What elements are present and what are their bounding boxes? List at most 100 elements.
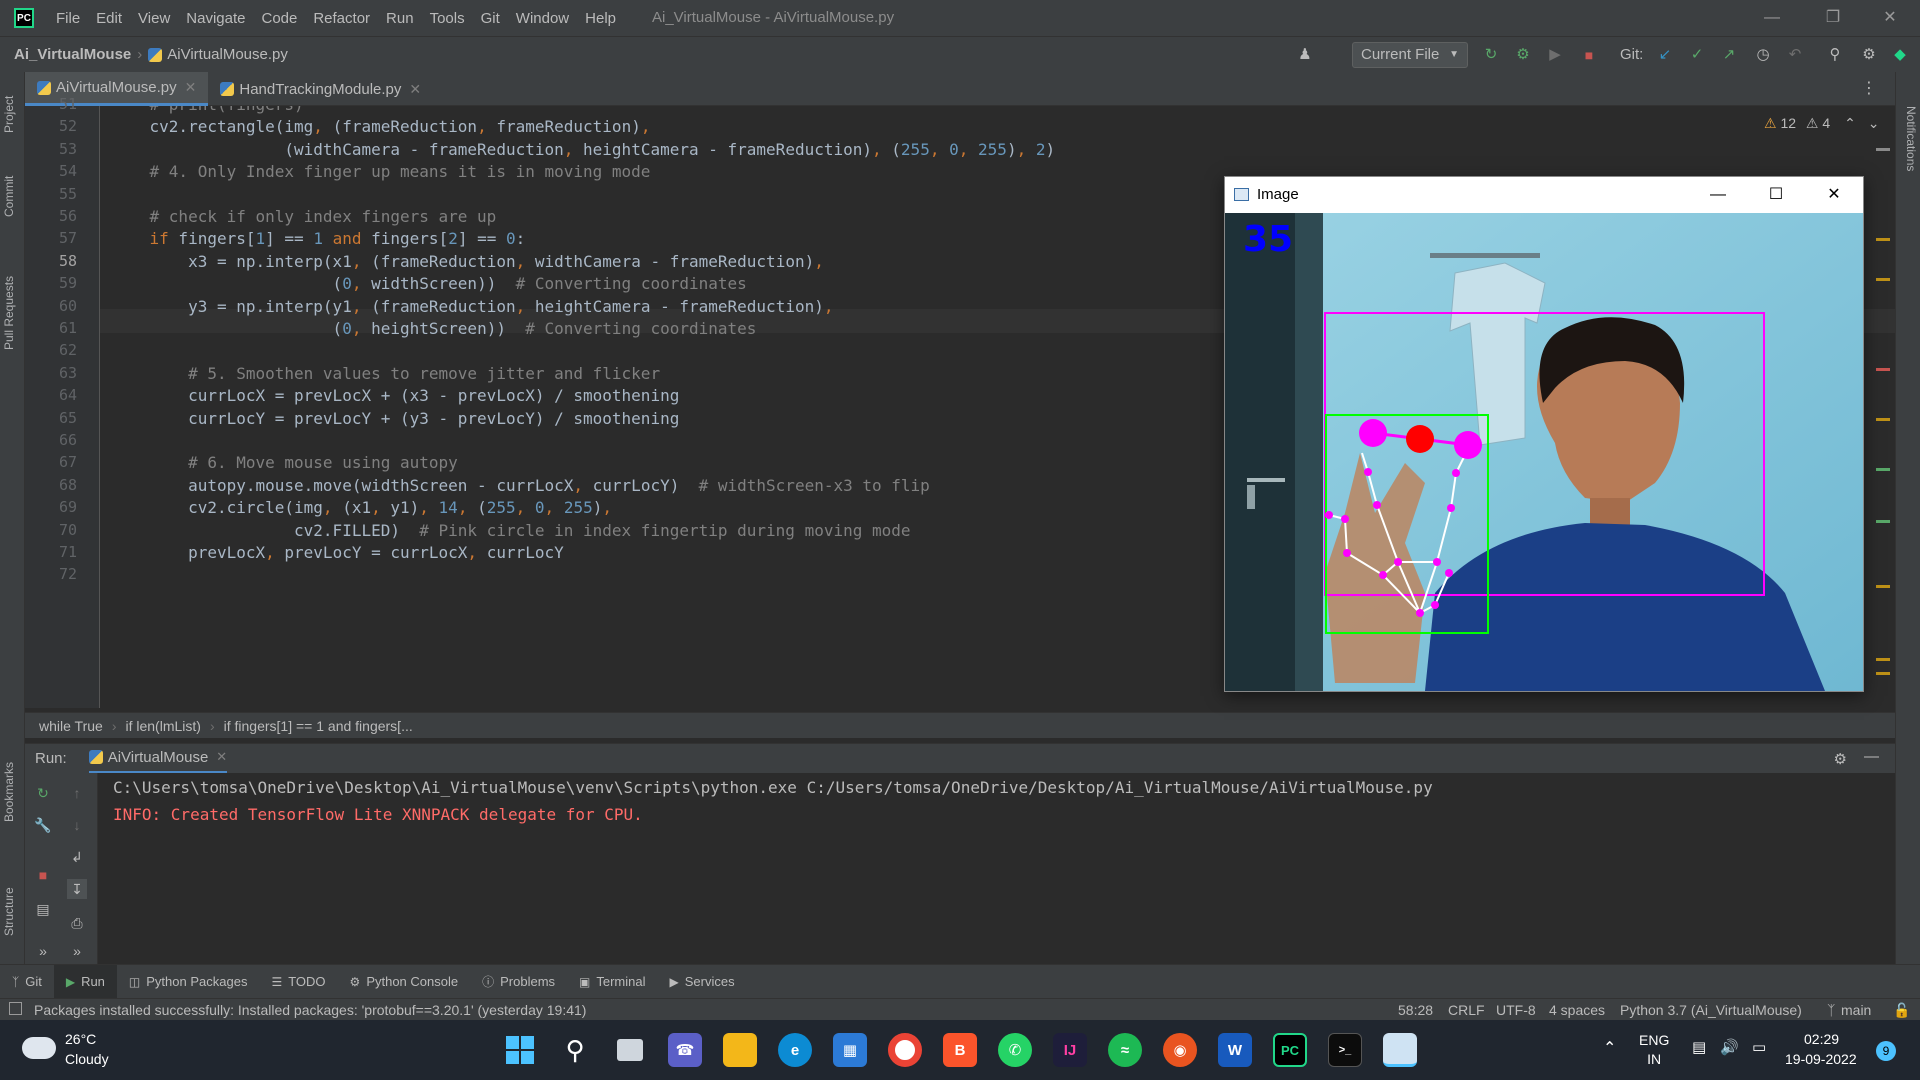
more-icon[interactable]: ⋮ xyxy=(1861,78,1877,98)
stripe-mark[interactable] xyxy=(1876,585,1890,588)
chrome-icon[interactable] xyxy=(888,1033,922,1067)
menu-edit[interactable]: Edit xyxy=(88,10,130,27)
arrow-up-icon[interactable]: ↑ xyxy=(67,783,87,803)
clock-time[interactable]: 02:29 xyxy=(1804,1031,1839,1047)
code-line[interactable]: cv2.rectangle(img, (frameReduction, fram… xyxy=(111,117,651,136)
code-line[interactable]: autopy.mouse.move(widthScreen - currLocX… xyxy=(111,476,930,495)
git-update-icon[interactable]: ↙ xyxy=(1656,46,1674,64)
chevron-up-icon[interactable]: ⌃ xyxy=(1844,115,1856,131)
git-push-icon[interactable]: ↗ xyxy=(1720,46,1738,64)
image-window-taskbar-icon[interactable] xyxy=(1383,1033,1417,1067)
tool-python-packages[interactable]: ◫ Python Packages xyxy=(117,965,260,999)
tool-git[interactable]: ᛉ Git xyxy=(0,965,54,999)
tool-tab-structure[interactable]: Structure xyxy=(2,872,22,952)
toggle-panels-icon[interactable] xyxy=(9,1002,22,1015)
run-tab[interactable]: AiVirtualMouse ✕ xyxy=(88,744,228,774)
menu-refactor[interactable]: Refactor xyxy=(305,10,378,27)
maximize-icon[interactable]: ☐ xyxy=(1761,183,1791,207)
brave-icon[interactable]: B xyxy=(943,1033,977,1067)
crumb-if-len[interactable]: if len(lmList) xyxy=(125,718,200,734)
minimize-icon[interactable]: — xyxy=(1703,183,1733,207)
close-icon[interactable]: ✕ xyxy=(1875,6,1905,30)
code-line[interactable]: (0, heightScreen)) # Converting coordina… xyxy=(111,319,757,338)
network-icon[interactable]: ▤ xyxy=(1692,1038,1706,1056)
weather-condition[interactable]: Cloudy xyxy=(65,1051,109,1067)
ubuntu-icon[interactable]: ◉ xyxy=(1163,1033,1197,1067)
tool-tab-notifications[interactable]: Notifications xyxy=(1898,84,1918,194)
restore-icon[interactable]: ❐ xyxy=(1818,6,1848,30)
rollback-icon[interactable]: ↶ xyxy=(1786,46,1804,64)
code-line[interactable]: # print(fingers) xyxy=(111,106,304,114)
close-tab-icon[interactable]: ✕ xyxy=(216,749,227,765)
code-line[interactable]: cv2.circle(img, (x1, y1), 14, (255, 0, 2… xyxy=(111,498,612,517)
search-icon[interactable]: ⚲ xyxy=(1826,46,1844,64)
clock-date[interactable]: 19-09-2022 xyxy=(1785,1051,1857,1067)
pycharm-icon[interactable]: PC xyxy=(1273,1033,1307,1067)
tool-python-console[interactable]: ⚙ Python Console xyxy=(338,965,471,999)
edge-icon[interactable]: e xyxy=(778,1033,812,1067)
tab-handtrackingmodule[interactable]: HandTrackingModule.py ✕ xyxy=(208,72,433,106)
whatsapp-icon[interactable]: ✆ xyxy=(998,1033,1032,1067)
menu-tools[interactable]: Tools xyxy=(422,10,473,27)
search-icon[interactable]: ⚲ xyxy=(558,1033,592,1067)
code-line[interactable]: x3 = np.interp(x1, (frameReduction, widt… xyxy=(111,252,824,271)
close-tab-icon[interactable]: ✕ xyxy=(185,79,197,96)
spotify-icon[interactable]: ≈ xyxy=(1108,1033,1142,1067)
stripe-mark[interactable] xyxy=(1876,672,1890,675)
line-separator[interactable]: CRLF xyxy=(1448,1002,1485,1018)
more-icon[interactable]: » xyxy=(67,941,87,961)
minimize-icon[interactable]: — xyxy=(1757,6,1787,30)
tool-problems[interactable]: ⓘ Problems xyxy=(470,965,567,999)
settings-icon[interactable]: ⚙ xyxy=(1860,46,1878,64)
run-config-select[interactable]: Current File ▼ xyxy=(1352,42,1468,68)
user-icon[interactable]: ♟ xyxy=(1296,46,1314,64)
tool-todo[interactable]: ☰ TODO xyxy=(259,965,337,999)
menu-help[interactable]: Help xyxy=(577,10,624,27)
intellij-icon[interactable]: IJ xyxy=(1053,1033,1087,1067)
file-encoding[interactable]: UTF-8 xyxy=(1496,1002,1536,1018)
code-line[interactable]: # 4. Only Index finger up means it is in… xyxy=(111,162,651,181)
menu-file[interactable]: File xyxy=(48,10,88,27)
wrench-icon[interactable]: 🔧 xyxy=(33,815,53,835)
file-explorer-icon[interactable] xyxy=(723,1033,757,1067)
tool-tab-bookmarks[interactable]: Bookmarks xyxy=(2,752,22,832)
weather-cloud-icon[interactable] xyxy=(22,1037,56,1059)
code-line[interactable]: # 5. Smoothen values to remove jitter an… xyxy=(111,364,660,383)
stripe-mark[interactable] xyxy=(1876,368,1890,371)
git-branch[interactable]: main xyxy=(1841,1002,1871,1018)
rerun-icon[interactable]: ↻ xyxy=(1482,46,1500,64)
code-line[interactable]: cv2.FILLED) # Pink circle in index finge… xyxy=(111,521,911,540)
debug-icon[interactable]: ⚙ xyxy=(1514,46,1532,64)
code-line[interactable]: y3 = np.interp(y1, (frameReduction, heig… xyxy=(111,297,833,316)
lock-icon[interactable]: 🔓 xyxy=(1893,1002,1910,1019)
breadcrumb-file[interactable]: AiVirtualMouse.py xyxy=(167,46,288,63)
code-line[interactable]: prevLocX, prevLocY = currLocX, currLocY xyxy=(111,543,564,562)
run-console[interactable]: ↻ ↑ 🔧 ↓ ↲ ■ ↧ ▤ ⎙ » » C:\Users\tomsa\One… xyxy=(25,773,1895,964)
close-tab-icon[interactable]: ✕ xyxy=(409,81,421,98)
inspection-widget[interactable]: ⚠ 12 ⚠ 4 ⌃ ⌄ xyxy=(1764,115,1879,132)
rerun-icon[interactable]: ↻ xyxy=(33,783,53,803)
teams-chat-icon[interactable]: ☎ xyxy=(668,1033,702,1067)
word-icon[interactable]: W xyxy=(1218,1033,1252,1067)
stripe-mark[interactable] xyxy=(1876,468,1890,471)
tool-services[interactable]: ▶ Services xyxy=(658,965,747,999)
tool-terminal[interactable]: ▣ Terminal xyxy=(567,965,657,999)
indent-setting[interactable]: 4 spaces xyxy=(1549,1002,1605,1018)
code-line[interactable]: # 6. Move mouse using autopy xyxy=(111,453,458,472)
crumb-while[interactable]: while True xyxy=(39,718,103,734)
stop-icon[interactable]: ■ xyxy=(1580,46,1598,64)
interpreter[interactable]: Python 3.7 (Ai_VirtualMouse) xyxy=(1620,1002,1802,1018)
crumb-if-fingers[interactable]: if fingers[1] == 1 and fingers[... xyxy=(224,718,413,734)
stripe-mark[interactable] xyxy=(1876,658,1890,661)
jetbrains-icon[interactable]: ◆ xyxy=(1891,46,1909,64)
tool-run[interactable]: ▶ Run xyxy=(53,964,117,999)
caret-position[interactable]: 58:28 xyxy=(1398,1002,1433,1018)
hide-panel-icon[interactable]: — xyxy=(1864,748,1879,765)
menu-navigate[interactable]: Navigate xyxy=(178,10,253,27)
language-indicator[interactable]: ENG IN xyxy=(1639,1031,1669,1069)
menu-run[interactable]: Run xyxy=(378,10,422,27)
tool-tab-pull-requests[interactable]: Pull Requests xyxy=(2,258,22,368)
stripe-mark[interactable] xyxy=(1876,278,1890,281)
menu-window[interactable]: Window xyxy=(508,10,577,27)
coverage-icon[interactable]: ▶ xyxy=(1546,46,1564,64)
